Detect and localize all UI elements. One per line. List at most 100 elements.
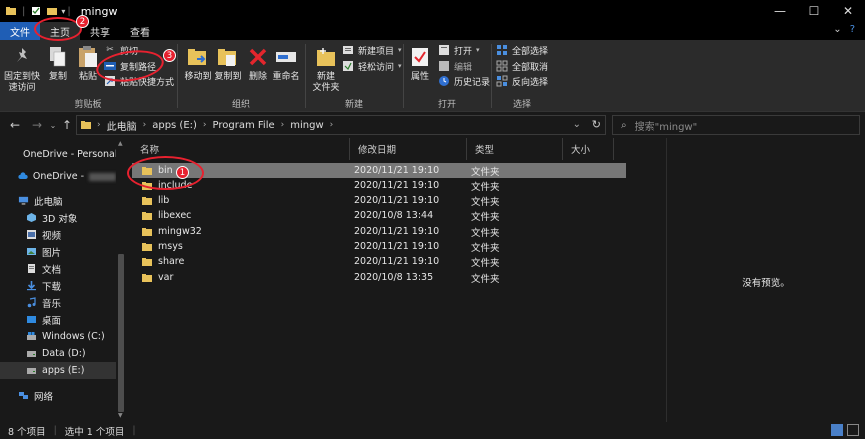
new-item-icon <box>342 44 354 56</box>
scroll-up-icon[interactable]: ▲ <box>118 140 123 147</box>
nav-item-music[interactable]: 音乐 <box>0 294 116 311</box>
nav-item-this-pc[interactable]: 此电脑 <box>0 192 116 209</box>
file-name: var <box>158 272 174 283</box>
edit-button[interactable]: 编辑 <box>438 59 472 73</box>
minimize-icon[interactable]: — <box>763 0 797 22</box>
breadcrumb-separator-icon[interactable]: › <box>203 120 207 130</box>
file-row[interactable]: msys 2020/11/21 19:10 文件夹 <box>132 239 626 254</box>
search-box[interactable]: ⌕ 搜索"mingw" <box>612 115 860 135</box>
forward-arrow-icon[interactable]: → <box>26 114 48 136</box>
rename-button[interactable]: 重命名 <box>264 44 308 83</box>
maximize-icon[interactable]: ☐ <box>797 0 831 22</box>
column-header-type[interactable]: 类型 <box>467 138 563 160</box>
group-select: 全部选择 全部取消 反向选择 选择 <box>492 40 552 112</box>
paste-label: 粘贴 <box>78 72 97 82</box>
computer-icon <box>18 196 29 205</box>
file-date: 2020/10/8 13:35 <box>354 272 434 283</box>
nav-item-3d-objects[interactable]: 3D 对象 <box>0 209 116 226</box>
back-arrow-icon[interactable]: ← <box>4 114 26 136</box>
nav-label: 文档 <box>42 264 62 276</box>
group-new: 新建 文件夹 新建项目 ▾ 轻松访问 ▾ 新建 <box>306 40 402 112</box>
file-type: 文件夹 <box>471 242 500 254</box>
breadcrumb-item[interactable]: mingw <box>290 120 323 131</box>
file-name: msys <box>158 241 183 252</box>
file-type: 文件夹 <box>471 166 500 178</box>
file-type: 文件夹 <box>471 227 500 239</box>
breadcrumb-separator-icon[interactable]: › <box>330 120 334 130</box>
properties-label: 属性 <box>410 72 429 82</box>
pin-label: 固定到快 速访问 <box>3 72 40 93</box>
breadcrumb-item[interactable]: 此电脑 <box>107 118 137 133</box>
column-header-size[interactable]: 大小 <box>563 138 614 160</box>
breadcrumb-item[interactable]: Program File <box>213 120 275 131</box>
properties-icon[interactable] <box>31 6 41 16</box>
scroll-down-icon[interactable]: ▼ <box>118 412 123 419</box>
refresh-icon[interactable]: ↻ <box>592 118 601 131</box>
properties-button[interactable]: 属性 <box>398 44 442 83</box>
cube-icon <box>27 213 36 222</box>
breadcrumb-item[interactable]: apps (E:) <box>152 120 197 131</box>
easy-access-label: 轻松访问 <box>358 62 395 73</box>
address-bar[interactable]: › 此电脑 › apps (E:) › Program File › mingw… <box>76 115 606 135</box>
nav-item-network[interactable]: 网络 <box>0 387 116 404</box>
nav-item-documents[interactable]: 文档 <box>0 260 116 277</box>
recent-locations-icon[interactable]: ⌄ <box>48 114 58 136</box>
file-row[interactable]: var 2020/10/8 13:35 文件夹 <box>132 270 626 285</box>
close-icon[interactable]: ✕ <box>831 0 865 22</box>
navigation-bar: ← → ⌄ ↑ › 此电脑 › apps (E:) › Program File… <box>0 112 865 138</box>
collapse-ribbon-icon[interactable]: ⌄ <box>833 24 841 35</box>
nav-label: OneDrive - <box>32 171 85 182</box>
folder-icon <box>6 7 16 15</box>
group-label-new: 新建 <box>344 100 363 110</box>
nav-item-desktop[interactable]: 桌面 <box>0 311 116 328</box>
rename-icon <box>274 44 298 70</box>
help-icon[interactable]: ? <box>850 24 855 35</box>
new-folder-icon[interactable] <box>47 6 58 16</box>
nav-label: OneDrive - Personal <box>23 149 118 160</box>
group-label-organize: 组织 <box>231 100 250 110</box>
quick-access-dropdown-icon[interactable]: ▾ <box>61 7 65 16</box>
select-all-label: 全部选择 <box>512 46 549 57</box>
file-row[interactable]: bin 2020/11/21 19:10 文件夹 <box>132 163 626 178</box>
history-button[interactable]: 历史记录 <box>438 74 490 88</box>
large-icons-view-icon[interactable] <box>847 424 859 436</box>
select-none-button[interactable]: 全部取消 <box>496 59 548 73</box>
new-folder-label: 新建 文件夹 <box>312 72 340 93</box>
nav-label: 音乐 <box>42 298 62 310</box>
nav-item-drive-e[interactable]: apps (E:) <box>0 362 116 379</box>
new-folder-icon <box>314 44 338 70</box>
file-row[interactable]: mingw32 2020/11/21 19:10 文件夹 <box>132 224 626 239</box>
nav-label: 此电脑 <box>34 196 63 208</box>
desktop-icon <box>27 316 36 323</box>
breadcrumb-separator-icon[interactable]: › <box>143 120 147 130</box>
file-row[interactable]: libexec 2020/10/8 13:44 文件夹 <box>132 208 626 223</box>
scrollbar-thumb[interactable] <box>118 254 124 412</box>
nav-scrollbar[interactable]: ▲ ▼ <box>116 138 126 422</box>
status-bar: 8 个项目 | 选中 1 个项目 | <box>0 422 865 439</box>
easy-access-button[interactable]: 轻松访问 ▾ <box>342 59 402 73</box>
nav-item-drive-d[interactable]: Data (D:) <box>0 345 116 362</box>
nav-item-onedrive[interactable]: OneDrive - <box>0 168 116 185</box>
select-all-button[interactable]: 全部选择 <box>496 43 548 57</box>
tab-view[interactable]: 查看 <box>120 22 160 40</box>
open-button[interactable]: 打开 ▾ <box>438 43 480 57</box>
breadcrumb-separator-icon[interactable]: › <box>281 120 285 130</box>
file-row[interactable]: share 2020/11/21 19:10 文件夹 <box>132 254 626 269</box>
nav-item-videos[interactable]: 视频 <box>0 226 116 243</box>
file-row[interactable]: include 2020/11/21 19:10 文件夹 <box>132 178 626 193</box>
group-open: 属性 打开 ▾ 编辑 历史记录 打开 <box>404 40 490 112</box>
invert-selection-button[interactable]: 反向选择 <box>496 74 548 88</box>
nav-item-drive-c[interactable]: Windows (C:) <box>0 328 116 345</box>
up-arrow-icon[interactable]: ↑ <box>58 114 76 136</box>
nav-item-downloads[interactable]: 下载 <box>0 277 116 294</box>
folder-icon <box>142 197 152 205</box>
file-row[interactable]: lib 2020/11/21 19:10 文件夹 <box>132 193 626 208</box>
new-item-button[interactable]: 新建项目 ▾ <box>342 43 402 57</box>
new-item-label: 新建项目 <box>358 46 395 57</box>
nav-item-pictures[interactable]: 图片 <box>0 243 116 260</box>
column-header-date[interactable]: 修改日期 <box>350 138 467 160</box>
details-view-icon[interactable] <box>831 424 843 436</box>
nav-item-onedrive-personal[interactable]: OneDrive - Personal <box>0 146 118 163</box>
address-dropdown-icon[interactable]: ⌄ <box>573 119 581 130</box>
file-name: libexec <box>158 210 192 221</box>
